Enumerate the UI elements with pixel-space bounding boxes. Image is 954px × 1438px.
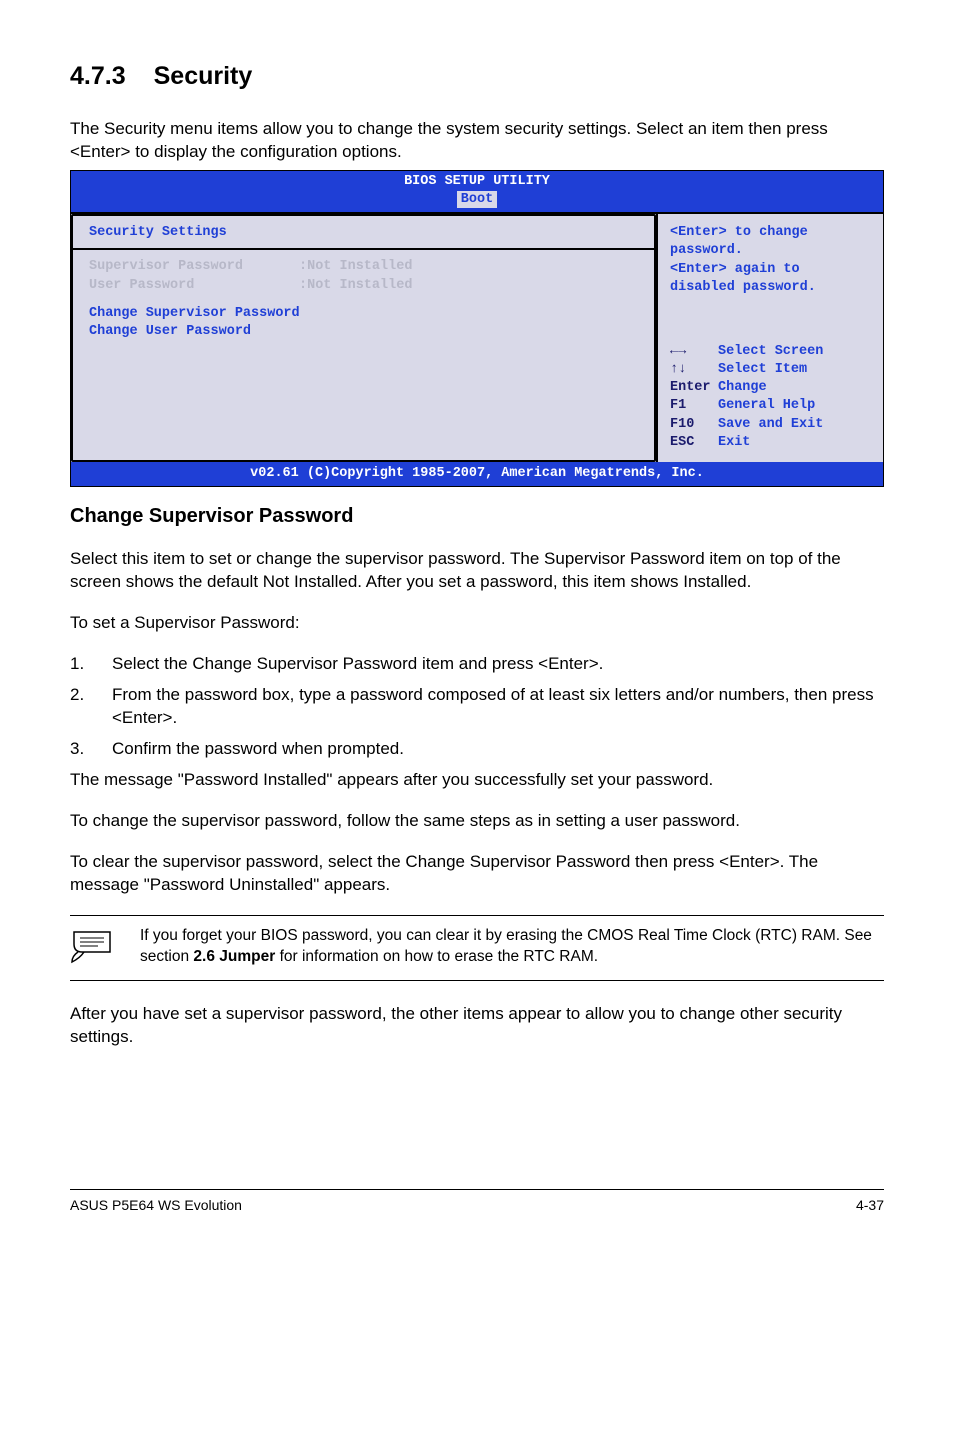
bios-row-value: :Not Installed [299,258,412,276]
bios-divider [73,248,654,250]
list-item: 3.Confirm the password when prompted. [70,738,884,761]
bios-body: Security Settings Supervisor Password :N… [71,212,883,462]
section-number: 4.7.3 [70,60,126,94]
list-item: 1.Select the Change Supervisor Password … [70,653,884,676]
bios-screenshot: BIOS SETUP UTILITY Boot Security Setting… [70,170,884,488]
footer-left: ASUS P5E64 WS Evolution [70,1196,242,1215]
section-heading: 4.7.3 Security [70,60,884,94]
intro-paragraph: The Security menu items allow you to cha… [70,118,884,164]
key: Enter [670,379,718,397]
bios-help-line: <Enter> again to disabled password. [670,261,871,297]
note-icon [70,926,140,970]
bios-left-panel: Security Settings Supervisor Password :N… [71,214,658,462]
bios-row: User Password :Not Installed [89,277,638,295]
key-desc: Save and Exit [718,416,823,434]
key: ESC [670,434,718,452]
note-text: If you forget your BIOS password, you ca… [140,926,884,968]
bios-active-item: Change Supervisor Password [89,305,638,323]
paragraph: To change the supervisor password, follo… [70,810,884,833]
list-item: 2.From the password box, type a password… [70,684,884,730]
bios-active-item: Change User Password [89,323,638,341]
key-desc: Change [718,379,767,397]
footer-right: 4-37 [856,1196,884,1215]
paragraph: After you have set a supervisor password… [70,1003,884,1049]
note-box: If you forget your BIOS password, you ca… [70,915,884,981]
bios-footerbar: v02.61 (C)Copyright 1985-2007, American … [71,462,883,486]
step-number: 3. [70,738,112,761]
key: F10 [670,416,718,434]
paragraph: The message "Password Installed" appears… [70,769,884,792]
key: F1 [670,397,718,415]
key-desc: Exit [718,434,750,452]
key-desc: General Help [718,397,815,415]
bios-active-items: Change Supervisor Password Change User P… [89,305,638,341]
bios-key-legend: ←→Select Screen ↑↓Select Item EnterChang… [670,343,871,452]
bios-tab-boot: Boot [457,191,497,208]
paragraph: To set a Supervisor Password: [70,612,884,635]
note-text-2: for information on how to erase the RTC … [275,948,598,965]
bios-menubar: Boot [71,191,883,212]
bios-row-label: Supervisor Password [89,258,299,276]
key-desc: Select Item [718,361,807,379]
paragraph: Select this item to set or change the su… [70,548,884,594]
bios-row-value: :Not Installed [299,277,412,295]
bios-right-panel: <Enter> to change password. <Enter> agai… [658,214,883,462]
step-text: From the password box, type a password c… [112,684,884,730]
step-text: Confirm the password when prompted. [112,738,884,761]
step-number: 1. [70,653,112,676]
step-number: 2. [70,684,112,730]
subheading: Change Supervisor Password [70,503,884,530]
note-bold: 2.6 Jumper [193,948,275,965]
step-text: Select the Change Supervisor Password it… [112,653,884,676]
bios-disabled-rows: Supervisor Password :Not Installed User … [89,258,638,294]
bios-help-text: <Enter> to change password. <Enter> agai… [670,224,871,297]
key: ←→ [670,343,718,361]
page-footer: ASUS P5E64 WS Evolution 4-37 [70,1189,884,1215]
bios-panel-title: Security Settings [89,224,638,242]
key: ↑↓ [670,361,718,379]
bios-titlebar: BIOS SETUP UTILITY [71,171,883,191]
key-desc: Select Screen [718,343,823,361]
bios-row: Supervisor Password :Not Installed [89,258,638,276]
section-title: Security [154,62,253,90]
paragraph: To clear the supervisor password, select… [70,851,884,897]
steps-list: 1.Select the Change Supervisor Password … [70,653,884,761]
bios-row-label: User Password [89,277,299,295]
bios-help-line: <Enter> to change password. [670,224,871,260]
